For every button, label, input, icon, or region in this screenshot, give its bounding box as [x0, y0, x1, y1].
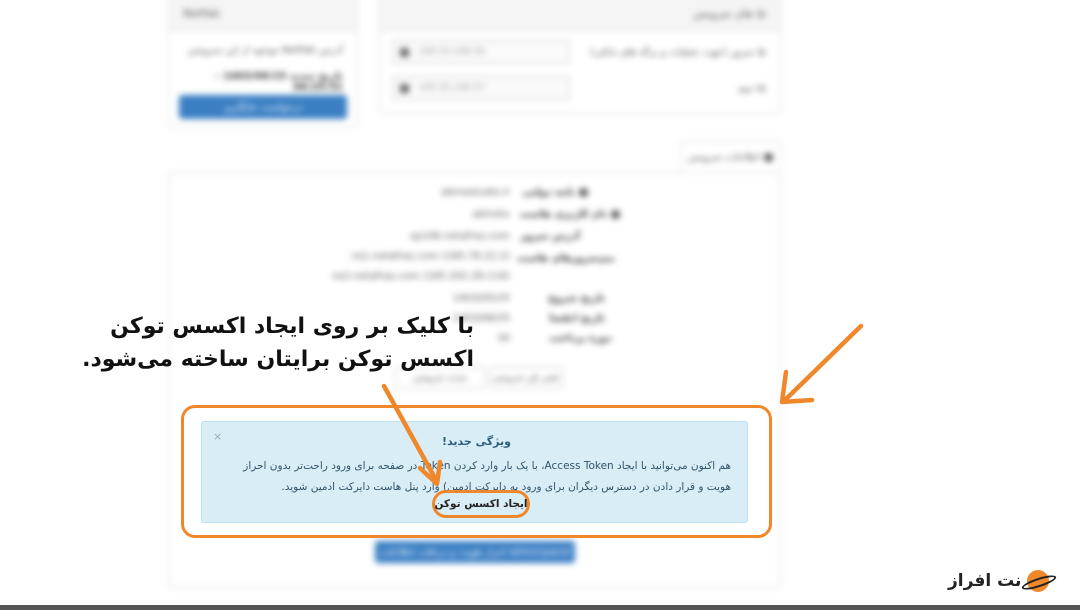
ip-row-1-label: ip سرور (جهت عملیات و برگه های بانکی) [590, 47, 766, 58]
change-plan-button[interactable]: تغییر پلن سرویس [489, 367, 563, 389]
info-icon [764, 153, 774, 162]
info-label-3: آدرس سرور [520, 231, 580, 242]
info-label-8: دوره پرداخت [549, 333, 612, 344]
info-value-2: abmstu [472, 209, 510, 220]
ip-row-2-value: 185.55.168.57 [419, 83, 485, 93]
annotation-text: با کلیک بر روی ایجاد اکسس توکن اکسس توکن… [14, 310, 474, 376]
info-value-8: 30 [497, 333, 510, 344]
netfab-request-button[interactable]: درخواست جایگزین [179, 95, 347, 119]
netfab-line-1: آدرس Netfab موجود از این سرویس [187, 45, 343, 56]
highlight-frame [181, 405, 772, 538]
service-ip-panel: ip های سرویس ip سرور (جهت عملیات و برگه … [379, 0, 781, 114]
service-ip-panel-title: ip های سرویس [380, 0, 780, 31]
planet-icon [1027, 570, 1050, 592]
lock-icon [400, 48, 409, 57]
annotation-line-1: با کلیک بر روی ایجاد اکسس توکن [110, 314, 474, 339]
info-value-6: 1403/05/25 [452, 293, 510, 304]
annotation-line-2: اکسس توکن برایتان ساخته می‌شود. [82, 347, 474, 372]
ip-row-1-field[interactable]: 185.55.168.56 [392, 40, 570, 64]
whm-auth-button[interactable]: احراز هویت و دریافت اطلاعات whm/cpanel [375, 541, 575, 563]
create-access-token-link[interactable]: ایجاد اکسس توکن [432, 490, 530, 518]
netfab-panel: Netfab آدرس Netfab موجود از این سرویس تا… [168, 0, 358, 128]
netfab-panel-title: Netfab [169, 0, 357, 31]
ip-row-1-value: 185.55.168.56 [419, 47, 485, 57]
info-label-7: تاریخ انقضا [549, 313, 605, 324]
info-label-4: نیم‌سرورهای هاست [516, 253, 615, 264]
netfab-line-2: تاریخ تمدید 1403/06/15 - 06:25:31 [215, 71, 343, 93]
netafraz-logo: نت افراز [948, 570, 1050, 592]
arrow-to-alert [779, 323, 864, 405]
info-value-5: ns2.netafraz.com (185.202.28.116) [332, 271, 510, 282]
info-value-3: sp106.netafraz.com [410, 231, 510, 242]
info-label-1: نامه دولتی [522, 187, 588, 198]
info-label-2: نام کاربری هاست [520, 209, 620, 220]
service-info-tab-label: اطلاعات سرویس [687, 152, 761, 163]
info-label-6: تاریخ شروع [548, 293, 605, 304]
info-value-4: ns1.netafraz.com (185.78.22.2) [351, 251, 510, 262]
globe-icon [579, 187, 588, 197]
logo-text: نت افراز [948, 571, 1022, 591]
info-value-1: abmastudio.ir [441, 187, 510, 198]
bottom-border [0, 605, 1080, 610]
lock-icon [400, 84, 409, 93]
ip-row-2-field[interactable]: 185.55.168.57 [392, 76, 570, 100]
user-icon [611, 209, 620, 219]
service-info-tab[interactable]: اطلاعات سرویس [680, 141, 781, 173]
ip-row-2-label: ip دوم [738, 83, 766, 94]
